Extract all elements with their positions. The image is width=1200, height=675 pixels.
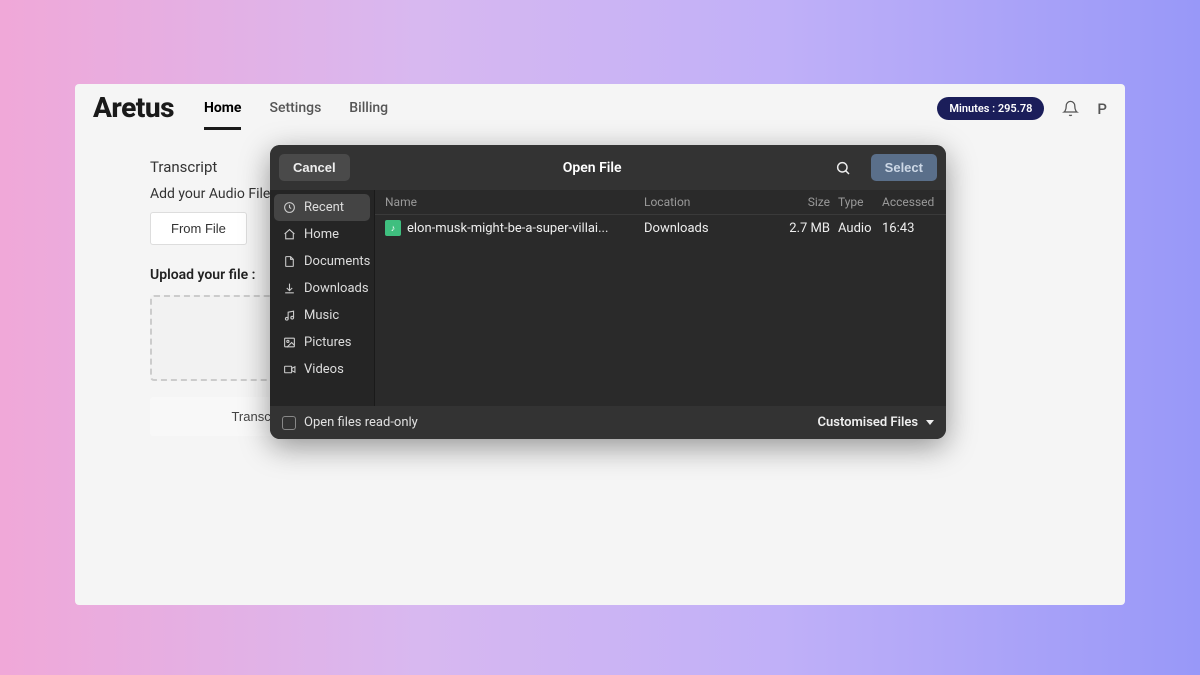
file-type: Audio [838, 221, 882, 236]
file-location: Downloads [644, 221, 784, 236]
app-header: Aretus Home Settings Billing Minutes : 2… [75, 84, 1125, 130]
sidebar-item-videos[interactable]: Videos [274, 356, 370, 383]
file-accessed: 16:43 [882, 221, 936, 236]
main-nav: Home Settings Billing [204, 93, 388, 130]
sidebar-item-label: Pictures [304, 335, 351, 350]
bell-icon[interactable] [1062, 100, 1079, 117]
nav-settings[interactable]: Settings [269, 93, 321, 130]
col-accessed[interactable]: Accessed [882, 195, 936, 209]
dialog-body: Recent Home Documents Downloads [270, 190, 946, 406]
sidebar-item-home[interactable]: Home [274, 221, 370, 248]
checkbox-icon [282, 416, 296, 430]
from-file-button[interactable]: From File [150, 212, 247, 245]
nav-home[interactable]: Home [204, 93, 241, 130]
file-name: elon-musk-might-be-a-super-villai... [407, 221, 608, 236]
dialog-sidebar: Recent Home Documents Downloads [270, 190, 375, 406]
home-icon [282, 228, 296, 241]
sidebar-item-label: Downloads [304, 281, 369, 296]
filter-label: Customised Files [818, 415, 918, 430]
sidebar-item-label: Home [304, 227, 339, 242]
dialog-header-right: Select [835, 154, 937, 181]
picture-icon [282, 336, 296, 349]
video-icon [282, 363, 296, 376]
col-type[interactable]: Type [838, 195, 882, 209]
sidebar-item-label: Documents [304, 254, 370, 269]
music-icon [282, 309, 296, 322]
file-row[interactable]: ♪ elon-musk-might-be-a-super-villai... D… [375, 215, 946, 241]
file-filter-dropdown[interactable]: Customised Files [818, 415, 934, 430]
audio-file-icon: ♪ [385, 220, 401, 236]
sidebar-item-music[interactable]: Music [274, 302, 370, 329]
dialog-footer: Open files read-only Customised Files [270, 406, 946, 439]
sidebar-item-recent[interactable]: Recent [274, 194, 370, 221]
document-icon [282, 255, 296, 268]
sidebar-item-label: Recent [304, 200, 344, 215]
col-size[interactable]: Size [784, 195, 838, 209]
sidebar-item-downloads[interactable]: Downloads [274, 275, 370, 302]
chevron-down-icon [926, 420, 934, 425]
col-name[interactable]: Name [385, 195, 644, 209]
dialog-title: Open File [563, 160, 622, 176]
readonly-checkbox[interactable]: Open files read-only [282, 415, 418, 430]
minutes-badge: Minutes : 295.78 [937, 97, 1044, 120]
download-icon [282, 282, 296, 295]
avatar[interactable]: P [1097, 100, 1107, 118]
file-size: 2.7 MB [784, 221, 838, 236]
sidebar-item-documents[interactable]: Documents [274, 248, 370, 275]
open-file-dialog: Cancel Open File Select Recent Home [270, 145, 946, 439]
col-location[interactable]: Location [644, 195, 784, 209]
sidebar-item-label: Music [304, 308, 339, 323]
logo: Aretus [93, 91, 174, 132]
header-right: Minutes : 295.78 P [937, 97, 1107, 126]
search-icon[interactable] [835, 160, 861, 176]
file-name-cell: ♪ elon-musk-might-be-a-super-villai... [385, 220, 644, 236]
select-button[interactable]: Select [871, 154, 937, 181]
file-list: Name Location Size Type Accessed ♪ elon-… [375, 190, 946, 406]
sidebar-item-label: Videos [304, 362, 344, 377]
dialog-header: Cancel Open File Select [270, 145, 946, 190]
nav-billing[interactable]: Billing [349, 93, 388, 130]
file-list-header: Name Location Size Type Accessed [375, 190, 946, 215]
readonly-label: Open files read-only [304, 415, 418, 430]
header-left: Aretus Home Settings Billing [93, 93, 388, 130]
clock-icon [282, 201, 296, 214]
sidebar-item-pictures[interactable]: Pictures [274, 329, 370, 356]
cancel-button[interactable]: Cancel [279, 154, 350, 181]
